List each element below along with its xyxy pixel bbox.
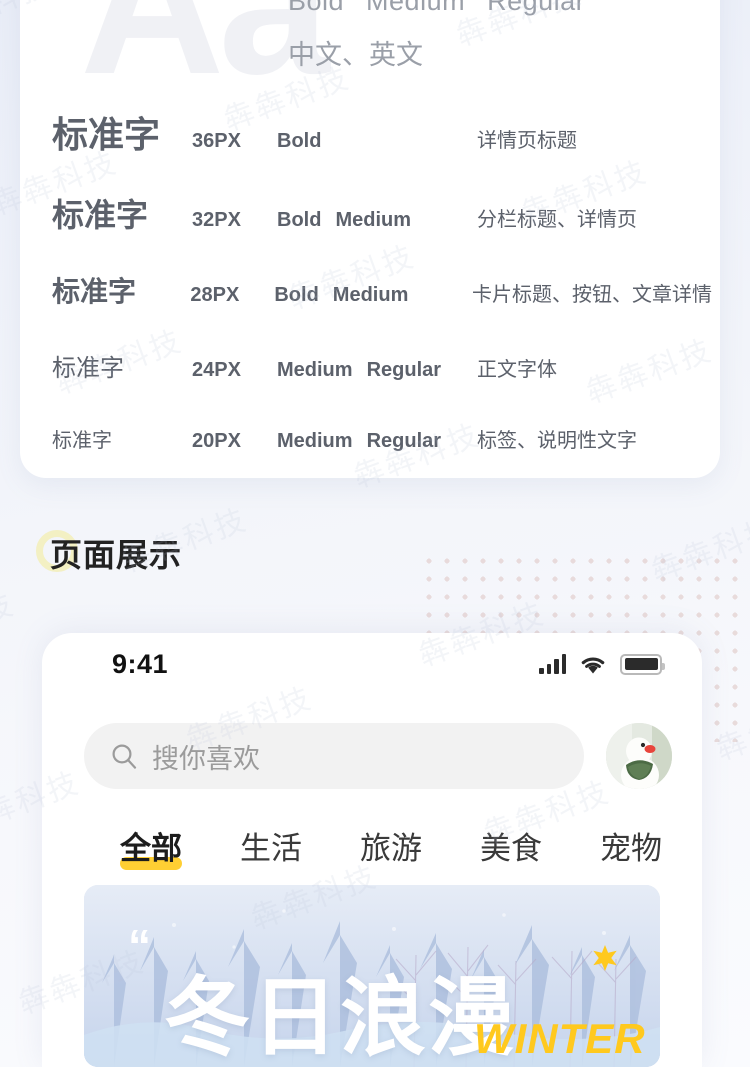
banner-card[interactable]: “ 冬日浪漫 WINTER [84,885,660,1067]
search-input[interactable]: 搜你喜欢 [84,723,584,789]
status-time: 9:41 [112,648,169,679]
row-weights: Medium Regular [277,430,477,453]
table-row: 标准字 36PX Bold 详情页标题 [52,106,712,164]
row-sample: 标准字 [52,114,161,155]
row-weight: Medium [335,209,411,231]
row-size: 36PX [192,130,241,152]
tab-label: 生活 [240,831,302,866]
search-placeholder: 搜你喜欢 [152,743,260,774]
tab-pets[interactable]: 宠物 [600,823,662,868]
table-row: 标准字 20PX Medium Regular 标签、说明性文字 [52,424,712,478]
table-row: 标准字 32PX Bold Medium 分栏标题、详情页 [52,190,712,248]
row-usage: 详情页标题 [477,130,577,152]
row-sample: 标准字 [52,430,112,452]
tab-food[interactable]: 美食 [480,823,542,868]
battery-icon [620,653,665,675]
signal-icon [539,654,566,674]
tab-label: 全部 [120,831,182,866]
typeface-header: Bold Medium Regular 中文、英文 [288,0,585,72]
row-weights: Bold [277,130,477,153]
tab-bar: 全部 生活 旅游 美食 宠物 [42,823,702,870]
row-weights: Bold Medium [274,284,472,307]
row-weights: Medium Regular [277,359,477,382]
page-root: Aa Bold Medium Regular 中文、英文 标准字 36PX Bold… [0,0,750,1067]
typeface-weights: Bold Medium Regular [288,0,585,17]
row-usage: 标签、说明性文字 [477,430,637,452]
weight-regular: Regular [487,0,586,16]
row-weights: Bold Medium [277,209,477,232]
row-usage: 卡片标题、按钮、文章详情 [472,284,712,306]
tab-all[interactable]: 全部 [120,823,182,870]
row-size: 24PX [192,359,241,381]
banner-title: 冬日浪漫 [164,970,516,1066]
row-weight: Medium [332,284,409,306]
avatar[interactable] [606,723,672,789]
tab-life[interactable]: 生活 [240,823,302,868]
page-title: 页面展示 [50,537,183,573]
row-weight: Regular [366,359,442,381]
tab-label: 宠物 [600,831,662,866]
wifi-icon [581,657,605,673]
row-sample: 标准字 [52,355,124,382]
typography-rows: 标准字 36PX Bold 详情页标题 标准字 32PX Bold Medium … [52,106,712,478]
row-sample: 标准字 [52,197,149,233]
status-bar: 9:41 [42,633,702,695]
tab-travel[interactable]: 旅游 [360,823,422,868]
row-weight: Bold [274,284,319,306]
row-weight: Regular [366,430,442,452]
search-icon [112,744,137,769]
table-row: 标准字 24PX Medium Regular 正文字体 [52,348,712,406]
row-weight: Medium [277,359,353,381]
banner-quote-mark: “ [128,920,151,972]
row-weight: Medium [277,430,353,452]
row-size: 20PX [192,430,241,452]
section-header: 页面展示 [36,530,183,576]
banner-subtitle: WINTER [474,1015,646,1062]
row-usage: 正文字体 [477,359,557,381]
typeface-languages: 中文、英文 [288,40,423,70]
weight-bold: Bold [288,0,345,16]
search-row: 搜你喜欢 [42,723,702,789]
row-sample: 标准字 [52,276,137,307]
typography-card: Aa Bold Medium Regular 中文、英文 标准字 36PX Bold… [20,0,720,478]
tab-label: 美食 [480,831,542,866]
status-icons [539,653,665,675]
row-usage: 分栏标题、详情页 [477,209,637,231]
row-weight: Bold [277,209,322,231]
row-size: 32PX [192,209,241,231]
row-weight: Bold [277,130,322,152]
weight-medium: Medium [366,0,466,16]
row-size: 28PX [190,284,240,306]
table-row: 标准字 28PX Bold Medium 卡片标题、按钮、文章详情 [52,270,712,328]
phone-mockup: 9:41 搜你喜欢 全部 生活 旅游 美食 宠物 “ 冬日浪漫 WINTER [42,633,702,1067]
tab-label: 旅游 [360,831,422,866]
